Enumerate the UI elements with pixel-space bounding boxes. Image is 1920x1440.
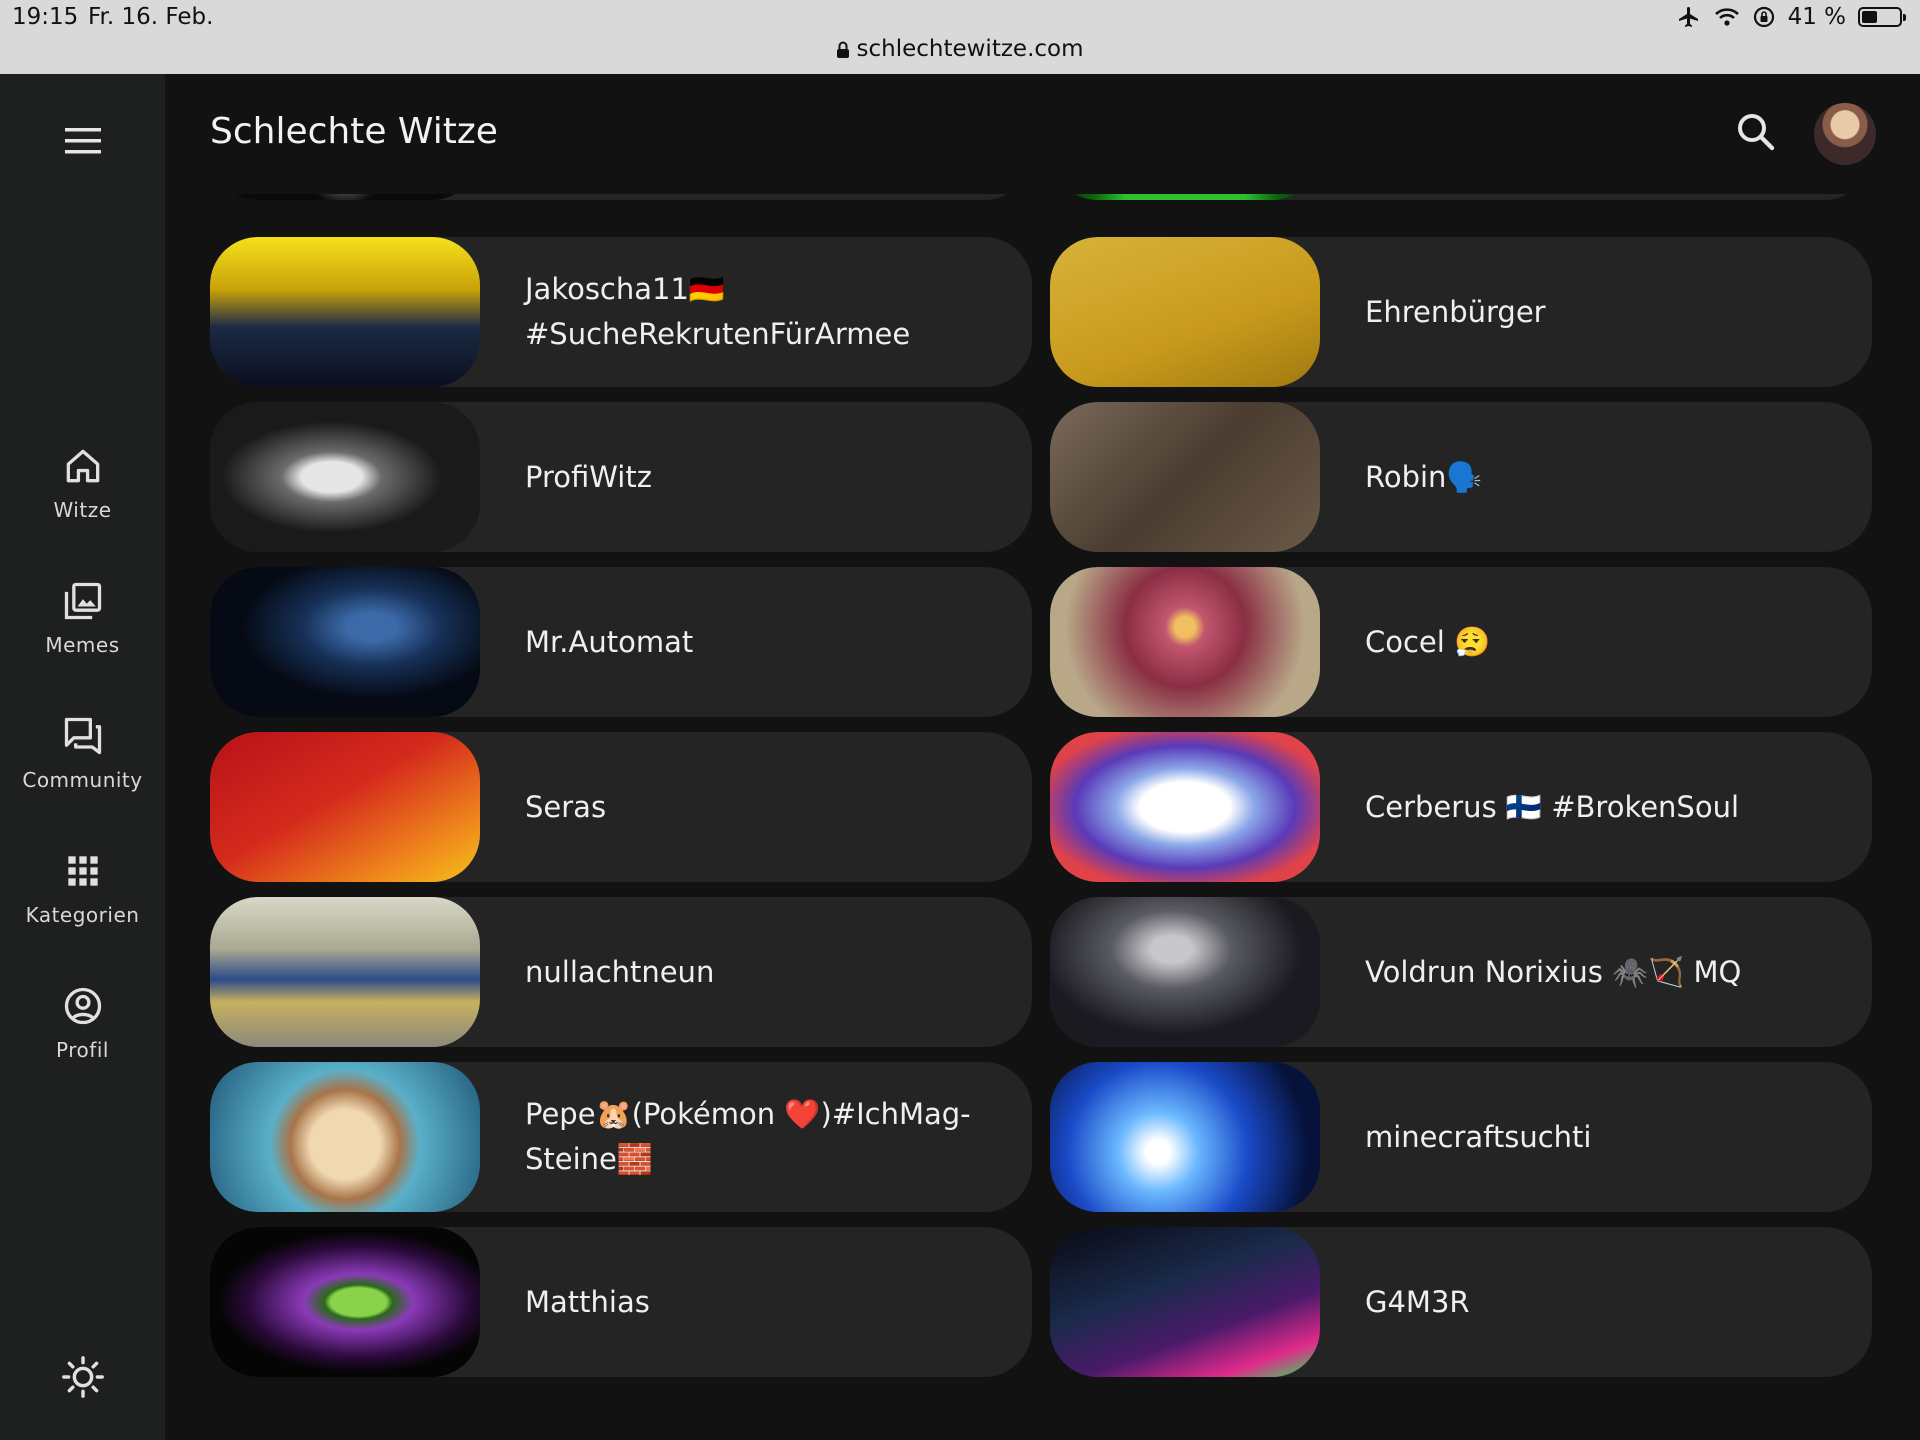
user-thumbnail (1050, 1062, 1320, 1212)
user-thumbnail (1050, 1227, 1320, 1377)
url-bar[interactable]: schlechtewitze.com (0, 36, 1920, 62)
user-name: Matthias (525, 1284, 650, 1319)
status-bar: 19:15 Fr. 16. Feb. schlechtewitze.com 41… (0, 0, 1920, 74)
user-name: Robin🗣️ (1365, 459, 1483, 494)
user-name: Cerberus 🇫🇮 #BrokenSoul (1365, 789, 1740, 824)
battery-icon (1858, 7, 1906, 27)
user-thumbnail (1050, 237, 1320, 387)
url-text: schlechtewitze.com (856, 36, 1084, 62)
menu-button[interactable] (58, 116, 108, 166)
forum-icon (64, 717, 101, 755)
user-card[interactable]: Ehrenbürger (1050, 237, 1872, 387)
home-icon (66, 449, 99, 483)
rail-item-label: Memes (45, 633, 120, 657)
status-time: 19:15 (12, 4, 79, 30)
user-thumbnail (1050, 567, 1320, 717)
user-thumbnail (1050, 732, 1320, 882)
rail-item-label: Witze (53, 498, 112, 522)
user-name: Seras (525, 789, 607, 824)
user-name: ProfiWitz (525, 459, 652, 494)
battery-percent: 41 % (1787, 4, 1846, 30)
airplane-icon (1678, 7, 1698, 27)
rotation-lock-icon (1753, 6, 1774, 28)
user-name: nullachtneun (525, 954, 715, 989)
user-name: Mr.Automat (525, 624, 694, 659)
search-button[interactable] (1732, 108, 1780, 156)
rail-item-label: Kategorien (25, 903, 140, 927)
user-card[interactable]: Voldrun Norixius 🕷️🏹 MQ (1050, 897, 1872, 1047)
user-thumbnail (210, 1062, 480, 1212)
user-name: Cocel 😮‍💨 (1365, 624, 1491, 659)
user-card[interactable]: Matthias (210, 1227, 1032, 1377)
user-card[interactable]: Robin🗣️ (1050, 402, 1872, 552)
status-icons: 41 % (1676, 4, 1906, 30)
user-card[interactable]: G4M3R (1050, 1227, 1872, 1377)
brightness-icon (62, 1356, 104, 1398)
user-thumbnail (1050, 402, 1320, 552)
user-card[interactable]: Pepe🐹(Pokémon ❤️)#IchMag-Steine🧱 (210, 1062, 1032, 1212)
theme-toggle-button[interactable] (60, 1354, 106, 1400)
user-card[interactable]: minecraftsuchti (1050, 1062, 1872, 1212)
avatar[interactable] (1814, 103, 1876, 165)
rail-item-witze[interactable]: Witze (0, 444, 165, 522)
lock-icon (837, 41, 850, 58)
user-name: Pepe🐹(Pokémon ❤️)#IchMag-Steine🧱 (525, 1097, 971, 1176)
user-thumbnail (210, 732, 480, 882)
rail-item-community[interactable]: Community (0, 714, 165, 792)
user-card[interactable]: ProfiWitz (210, 402, 1032, 552)
rail-item-kategorien[interactable]: Kategorien (0, 849, 165, 927)
rail-item-profil[interactable]: Profil (0, 984, 165, 1062)
user-thumbnail (210, 1227, 480, 1377)
apps-grid-icon (67, 856, 98, 886)
rail-item-label: Profil (56, 1038, 109, 1062)
user-card[interactable]: nullachtneun (210, 897, 1032, 1047)
user-grid: Jakoscha11🇩🇪 #SucheRekrutenFürArmee Ehre… (210, 140, 1875, 1440)
page-title: Schlechte Witze (210, 111, 498, 152)
status-date: Fr. 16. Feb. (88, 4, 214, 30)
user-thumbnail (210, 567, 480, 717)
user-name: minecraftsuchti (1365, 1119, 1592, 1154)
user-thumbnail (210, 897, 480, 1047)
user-thumbnail (210, 402, 480, 552)
user-name: Ehrenbürger (1365, 294, 1546, 329)
user-thumbnail (210, 237, 480, 387)
user-card[interactable]: Mr.Automat (210, 567, 1032, 717)
app-bar: Schlechte Witze (165, 74, 1920, 194)
user-name: Jakoscha11🇩🇪 #SucheRekrutenFürArmee (525, 272, 911, 351)
user-thumbnail (1050, 897, 1320, 1047)
user-card[interactable]: Cocel 😮‍💨 (1050, 567, 1872, 717)
rail-item-memes[interactable]: Memes (0, 579, 165, 657)
account-circle-icon (64, 987, 101, 1025)
user-name: Voldrun Norixius 🕷️🏹 MQ (1365, 954, 1742, 989)
rail-item-label: Community (22, 768, 143, 792)
navigation-rail: Witze Memes Community Kategorien Profil (0, 74, 165, 1440)
user-card[interactable]: Jakoscha11🇩🇪 #SucheRekrutenFürArmee (210, 237, 1032, 387)
user-name: G4M3R (1365, 1284, 1470, 1319)
hamburger-menu-icon (65, 128, 101, 154)
search-icon (1738, 114, 1775, 151)
user-card[interactable]: Seras (210, 732, 1032, 882)
wifi-icon (1714, 8, 1739, 26)
image-library-icon (64, 582, 101, 620)
user-card[interactable]: Cerberus 🇫🇮 #BrokenSoul (1050, 732, 1872, 882)
